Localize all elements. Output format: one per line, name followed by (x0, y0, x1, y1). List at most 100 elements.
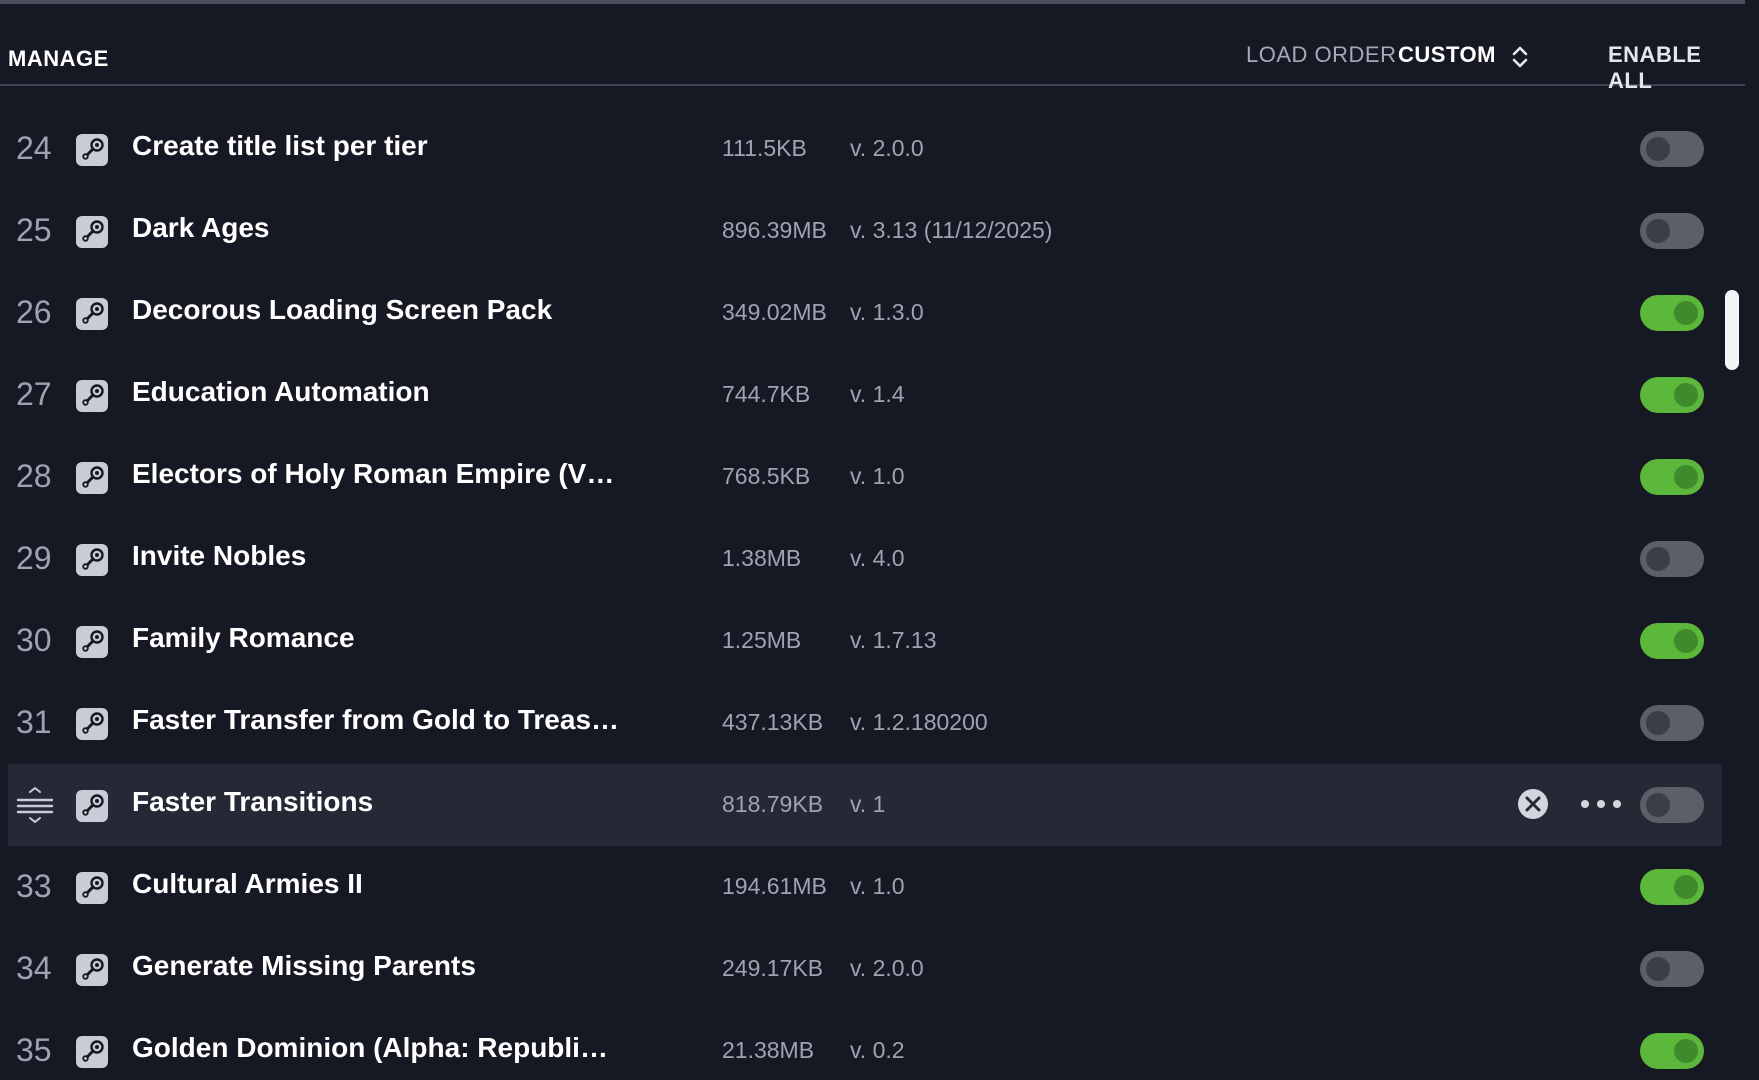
mod-enable-toggle[interactable] (1640, 541, 1704, 577)
mod-row[interactable]: 28 Electors of Holy Roman Empire (V… 768… (0, 436, 1722, 518)
mod-row[interactable]: 25 Dark Ages 896.39MB v. 3.13 (11/12/202… (0, 190, 1722, 272)
toggle-knob (1646, 957, 1670, 981)
mod-version: v. 1.4 (850, 381, 905, 407)
mod-version: v. 1.2.180200 (850, 709, 988, 735)
mod-version: v. 1.7.13 (850, 627, 937, 653)
mod-enable-toggle[interactable] (1640, 1033, 1704, 1069)
mod-name[interactable]: Faster Transfer from Gold to Treas… (132, 704, 619, 736)
steam-icon (76, 790, 108, 822)
mod-list: 24 Create title list per tier 111.5KB v.… (0, 108, 1722, 1080)
mod-name[interactable]: Decorous Loading Screen Pack (132, 294, 552, 326)
mod-enable-toggle[interactable] (1640, 787, 1704, 823)
load-order-number: 29 (16, 540, 52, 576)
steam-icon (76, 626, 108, 658)
load-order-number: 24 (16, 130, 52, 166)
toggle-knob (1646, 711, 1670, 735)
mod-name[interactable]: Dark Ages (132, 212, 269, 244)
steam-icon (76, 954, 108, 986)
mod-size: 896.39MB (722, 217, 827, 243)
remove-circle-icon[interactable] (1516, 787, 1550, 821)
load-order-number: 35 (16, 1032, 52, 1068)
mod-size: 111.5KB (722, 135, 807, 161)
mod-size: 818.79KB (722, 791, 824, 817)
enable-all-button[interactable]: ENABLE ALL (1608, 42, 1745, 94)
load-order-number: 33 (16, 868, 52, 904)
mod-version: v. 1.3.0 (850, 299, 924, 325)
mod-name[interactable]: Generate Missing Parents (132, 950, 476, 982)
mod-size: 768.5KB (722, 463, 811, 489)
toggle-knob (1646, 219, 1670, 243)
mod-enable-toggle[interactable] (1640, 131, 1704, 167)
mod-enable-toggle[interactable] (1640, 869, 1704, 905)
toggle-knob (1646, 137, 1670, 161)
mod-row[interactable]: 27 Education Automation 744.7KB v. 1.4 (0, 354, 1722, 436)
mod-row[interactable]: 34 Generate Missing Parents 249.17KB v. … (0, 928, 1722, 1010)
mod-row[interactable]: 26 Decorous Loading Screen Pack 349.02MB… (0, 272, 1722, 354)
mod-enable-toggle[interactable] (1640, 377, 1704, 413)
toggle-knob (1674, 629, 1698, 653)
toggle-knob (1646, 793, 1670, 817)
mod-row[interactable]: 31 Faster Transfer from Gold to Treas… 4… (0, 682, 1722, 764)
more-options-icon[interactable] (1578, 787, 1624, 821)
mod-enable-toggle[interactable] (1640, 623, 1704, 659)
load-order-number: 34 (16, 950, 52, 986)
mod-version: v. 2.0.0 (850, 955, 924, 981)
page-title: MANAGE (8, 46, 109, 71)
toggle-knob (1674, 1039, 1698, 1063)
mod-size: 1.25MB (722, 627, 802, 653)
mod-name[interactable]: Electors of Holy Roman Empire (V… (132, 458, 614, 490)
mod-version: v. 2.0.0 (850, 135, 924, 161)
steam-icon (76, 544, 108, 576)
mod-name[interactable]: Create title list per tier (132, 130, 428, 162)
mod-name[interactable]: Faster Transitions (132, 786, 373, 818)
load-order-number: 31 (16, 704, 52, 740)
steam-icon (76, 134, 108, 166)
mod-version: v. 3.13 (11/12/2025) (850, 217, 1053, 243)
steam-icon (76, 298, 108, 330)
manage-header: MANAGE LOAD ORDER CUSTOM ENABLE ALL (0, 4, 1745, 93)
mod-name[interactable]: Education Automation (132, 376, 430, 408)
toggle-knob (1674, 383, 1698, 407)
mod-version: v. 1.0 (850, 873, 905, 899)
mod-size: 437.13KB (722, 709, 824, 735)
mod-enable-toggle[interactable] (1640, 213, 1704, 249)
mod-row[interactable]: 33 Cultural Armies II 194.61MB v. 1.0 (0, 846, 1722, 928)
load-order-number: 25 (16, 212, 52, 248)
mod-name[interactable]: Family Romance (132, 622, 355, 654)
mod-manager-window: MANAGE LOAD ORDER CUSTOM ENABLE ALL 24 C… (0, 0, 1759, 1080)
load-order-label[interactable]: LOAD ORDER (1246, 42, 1396, 68)
toggle-knob (1674, 301, 1698, 325)
steam-icon (76, 462, 108, 494)
load-order-number: 26 (16, 294, 52, 330)
drag-handle-icon[interactable] (16, 786, 54, 824)
mod-row[interactable]: 30 Family Romance 1.25MB v. 1.7.13 (0, 600, 1722, 682)
mod-size: 1.38MB (722, 545, 802, 571)
mod-row[interactable]: 24 Create title list per tier 111.5KB v.… (0, 108, 1722, 190)
steam-icon (76, 1036, 108, 1068)
mod-name[interactable]: Cultural Armies II (132, 868, 363, 900)
load-order-number: 28 (16, 458, 52, 494)
load-order-number: 27 (16, 376, 52, 412)
steam-icon (76, 872, 108, 904)
mod-size: 249.17KB (722, 955, 824, 981)
steam-icon (76, 380, 108, 412)
mod-enable-toggle[interactable] (1640, 459, 1704, 495)
mod-version: v. 4.0 (850, 545, 905, 571)
toggle-knob (1674, 465, 1698, 489)
mod-size: 194.61MB (722, 873, 827, 899)
load-order-number: 30 (16, 622, 52, 658)
mod-row-hovered[interactable]: Faster Transitions 818.79KB v. 1 (8, 764, 1722, 846)
mod-enable-toggle[interactable] (1640, 295, 1704, 331)
mod-enable-toggle[interactable] (1640, 705, 1704, 741)
chevron-up-down-icon[interactable] (1510, 44, 1530, 70)
mod-size: 349.02MB (722, 299, 827, 325)
load-order-select[interactable]: CUSTOM (1398, 42, 1496, 68)
mod-name[interactable]: Golden Dominion (Alpha: Republi… (132, 1032, 608, 1064)
toggle-knob (1646, 547, 1670, 571)
mod-row[interactable]: 35 Golden Dominion (Alpha: Republi… 21.3… (0, 1010, 1722, 1080)
mod-row[interactable]: 29 Invite Nobles 1.38MB v. 4.0 (0, 518, 1722, 600)
scrollbar-thumb[interactable] (1725, 290, 1739, 370)
mod-size: 21.38MB (722, 1037, 815, 1063)
mod-name[interactable]: Invite Nobles (132, 540, 306, 572)
mod-enable-toggle[interactable] (1640, 951, 1704, 987)
